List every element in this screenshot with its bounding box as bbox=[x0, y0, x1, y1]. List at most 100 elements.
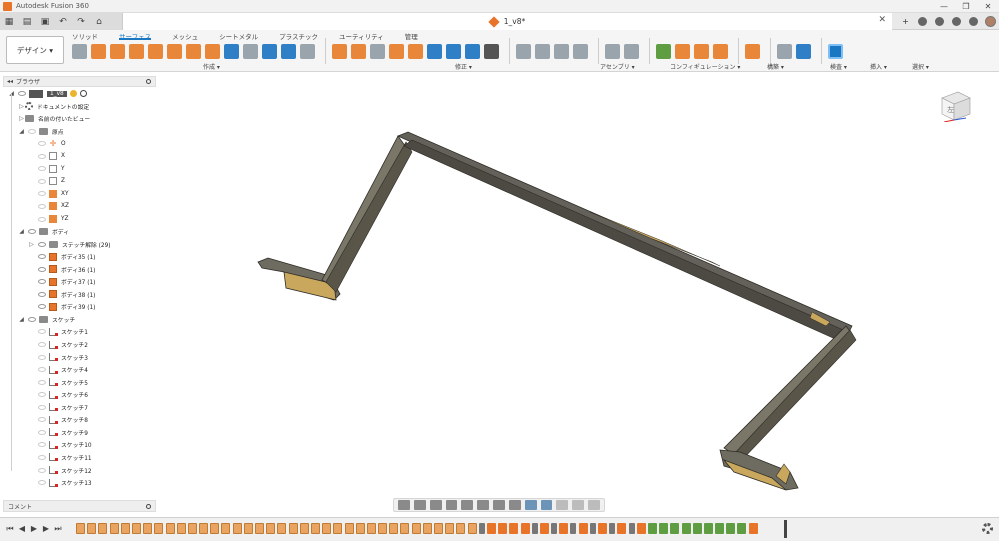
step-forward-icon[interactable]: ▶ bbox=[40, 523, 52, 535]
group-select[interactable]: 選択 ▾ bbox=[912, 62, 929, 71]
visibility-eye-icon[interactable] bbox=[38, 404, 46, 410]
group-configure[interactable]: コンフィギュレーション ▾ bbox=[670, 62, 740, 71]
browser-tree-item[interactable]: ▷ ステッチ解除 (29) bbox=[28, 239, 111, 250]
activate-radio-icon[interactable] bbox=[79, 90, 87, 97]
browser-tree-item[interactable]: ◢ 原点 bbox=[18, 126, 64, 137]
group-create[interactable]: 作成 ▾ bbox=[203, 62, 220, 71]
browser-tree-item[interactable]: ボディ37 (1) bbox=[28, 276, 95, 287]
group-insert[interactable]: 挿入 ▾ bbox=[870, 62, 887, 71]
visibility-eye-icon[interactable] bbox=[38, 392, 46, 398]
timeline-sketch-feature-icon[interactable] bbox=[366, 523, 376, 534]
timeline-sketch-feature-icon[interactable] bbox=[411, 523, 421, 534]
timeline-marker[interactable] bbox=[784, 520, 787, 538]
browser-tree-item[interactable]: Y bbox=[28, 163, 65, 174]
group-assemble[interactable]: アセンブリ ▾ bbox=[600, 62, 635, 71]
extrude-icon[interactable] bbox=[91, 43, 106, 59]
offset-surface-icon[interactable] bbox=[205, 43, 220, 59]
timeline-sketch-feature-icon[interactable] bbox=[434, 523, 443, 534]
visibility-eye-icon[interactable] bbox=[38, 191, 46, 197]
timeline-surface-feature-icon[interactable] bbox=[748, 523, 758, 534]
timeline-plane-feature-icon[interactable] bbox=[692, 523, 702, 534]
create-sketch-icon[interactable] bbox=[72, 43, 87, 59]
visibility-eye-icon[interactable] bbox=[38, 417, 46, 423]
file-menu-icon[interactable]: ▤ bbox=[18, 14, 36, 29]
expanded-arrow-icon[interactable]: ◢ bbox=[18, 316, 25, 323]
fillet-icon[interactable] bbox=[465, 43, 480, 59]
timeline-stitch-feature-icon[interactable] bbox=[551, 523, 558, 534]
move-copy-icon[interactable] bbox=[484, 43, 499, 59]
create-more-icon[interactable] bbox=[300, 43, 315, 59]
visibility-eye-icon[interactable] bbox=[38, 279, 46, 285]
timeline-sketch-feature-icon[interactable] bbox=[422, 523, 432, 534]
visibility-eye-icon[interactable] bbox=[38, 480, 46, 486]
visibility-eye-icon[interactable] bbox=[38, 203, 46, 209]
plane-at-angle-icon[interactable] bbox=[675, 43, 690, 59]
revolve-icon[interactable] bbox=[110, 43, 125, 59]
timeline-sketch-feature-icon[interactable] bbox=[288, 523, 298, 534]
browser-tree-item[interactable]: ▷ 名前の付いたビュー bbox=[18, 113, 90, 124]
timeline-sketch-feature-icon[interactable] bbox=[467, 523, 477, 534]
visibility-eye-icon[interactable] bbox=[28, 128, 36, 134]
step-back-icon[interactable]: ◀ bbox=[16, 523, 28, 535]
group-inspect[interactable]: 検査 ▾ bbox=[830, 62, 847, 71]
visibility-eye-icon[interactable] bbox=[28, 229, 36, 235]
midplane-icon[interactable] bbox=[713, 43, 728, 59]
help-icon[interactable] bbox=[965, 14, 982, 29]
split-body-icon[interactable] bbox=[370, 43, 385, 59]
timeline-sketch-feature-icon[interactable] bbox=[165, 523, 175, 534]
timeline-sketch-feature-icon[interactable] bbox=[389, 523, 399, 534]
visibility-eye-icon[interactable] bbox=[38, 241, 46, 247]
browser-tree-item[interactable]: ✛ O bbox=[28, 138, 66, 149]
visibility-eye-icon[interactable] bbox=[38, 367, 46, 373]
ribbon-tab[interactable]: 管理 bbox=[405, 30, 418, 41]
panel-options-icon[interactable] bbox=[146, 79, 151, 84]
browser-header[interactable]: ◂◂ ブラウザ bbox=[3, 76, 156, 87]
timeline-sketch-feature-icon[interactable] bbox=[266, 523, 276, 534]
browser-tree-item[interactable]: ボディ39 (1) bbox=[28, 301, 95, 312]
viewcube[interactable]: 左 bbox=[940, 88, 972, 122]
browser-tree-item[interactable]: スケッチ12 bbox=[28, 465, 92, 476]
timeline-sketch-feature-icon[interactable] bbox=[131, 523, 141, 534]
browser-root-component[interactable]: ◢1_v8 bbox=[8, 88, 87, 99]
collapsed-arrow-icon[interactable]: ▷ bbox=[18, 103, 25, 110]
visibility-eye-icon[interactable] bbox=[38, 266, 46, 272]
workspace-switcher-button[interactable]: デザイン ▾ bbox=[6, 36, 64, 64]
patch-icon[interactable] bbox=[167, 43, 182, 59]
effects-icon[interactable] bbox=[540, 500, 553, 510]
timeline-sketch-feature-icon[interactable] bbox=[187, 523, 197, 534]
timeline-sketch-feature-icon[interactable] bbox=[199, 523, 209, 534]
timeline-sketch-feature-icon[interactable] bbox=[87, 523, 97, 534]
timeline-sketch-feature-icon[interactable] bbox=[344, 523, 354, 534]
timeline-sketch-feature-icon[interactable] bbox=[98, 523, 108, 534]
timeline-sketch-feature-icon[interactable] bbox=[143, 523, 153, 534]
browser-tree-item[interactable]: スケッチ6 bbox=[28, 389, 88, 400]
new-tab-icon[interactable]: + bbox=[897, 14, 914, 29]
timeline-surface-feature-icon[interactable] bbox=[559, 523, 569, 534]
timeline-sketch-feature-icon[interactable] bbox=[355, 523, 365, 534]
collapsed-arrow-icon[interactable]: ▷ bbox=[28, 241, 35, 248]
browser-tree-item[interactable]: スケッチ13 bbox=[28, 477, 92, 488]
untrim-icon[interactable] bbox=[351, 43, 366, 59]
timeline-surface-feature-icon[interactable] bbox=[498, 523, 508, 534]
browser-tree-item[interactable]: ◢ スケッチ bbox=[18, 314, 75, 325]
pattern-icon[interactable] bbox=[281, 43, 296, 59]
avatar[interactable] bbox=[982, 14, 999, 29]
visibility-eye-icon[interactable] bbox=[18, 91, 26, 96]
ribbon-tab[interactable]: サーフェス bbox=[119, 30, 152, 41]
group-construct[interactable]: 構築 ▾ bbox=[767, 62, 784, 71]
timeline-sketch-feature-icon[interactable] bbox=[232, 523, 242, 534]
timeline-stitch-feature-icon[interactable] bbox=[589, 523, 596, 534]
timeline-surface-feature-icon[interactable] bbox=[509, 523, 519, 534]
close-tab-icon[interactable]: ✕ bbox=[878, 15, 886, 25]
group-modify[interactable]: 修正 ▾ bbox=[455, 62, 472, 71]
timeline-sketch-feature-icon[interactable] bbox=[333, 523, 343, 534]
browser-tree-item[interactable]: スケッチ3 bbox=[28, 352, 88, 363]
extend-icon[interactable] bbox=[427, 43, 442, 59]
browser-tree-item[interactable]: Z bbox=[28, 176, 65, 187]
zoom-icon[interactable] bbox=[445, 500, 458, 510]
canvas-viewport[interactable] bbox=[160, 72, 999, 512]
visibility-eye-icon[interactable] bbox=[38, 141, 46, 147]
look-at-icon[interactable] bbox=[413, 500, 426, 510]
visibility-eye-icon[interactable] bbox=[38, 254, 46, 260]
visibility-eye-icon[interactable] bbox=[38, 379, 46, 385]
